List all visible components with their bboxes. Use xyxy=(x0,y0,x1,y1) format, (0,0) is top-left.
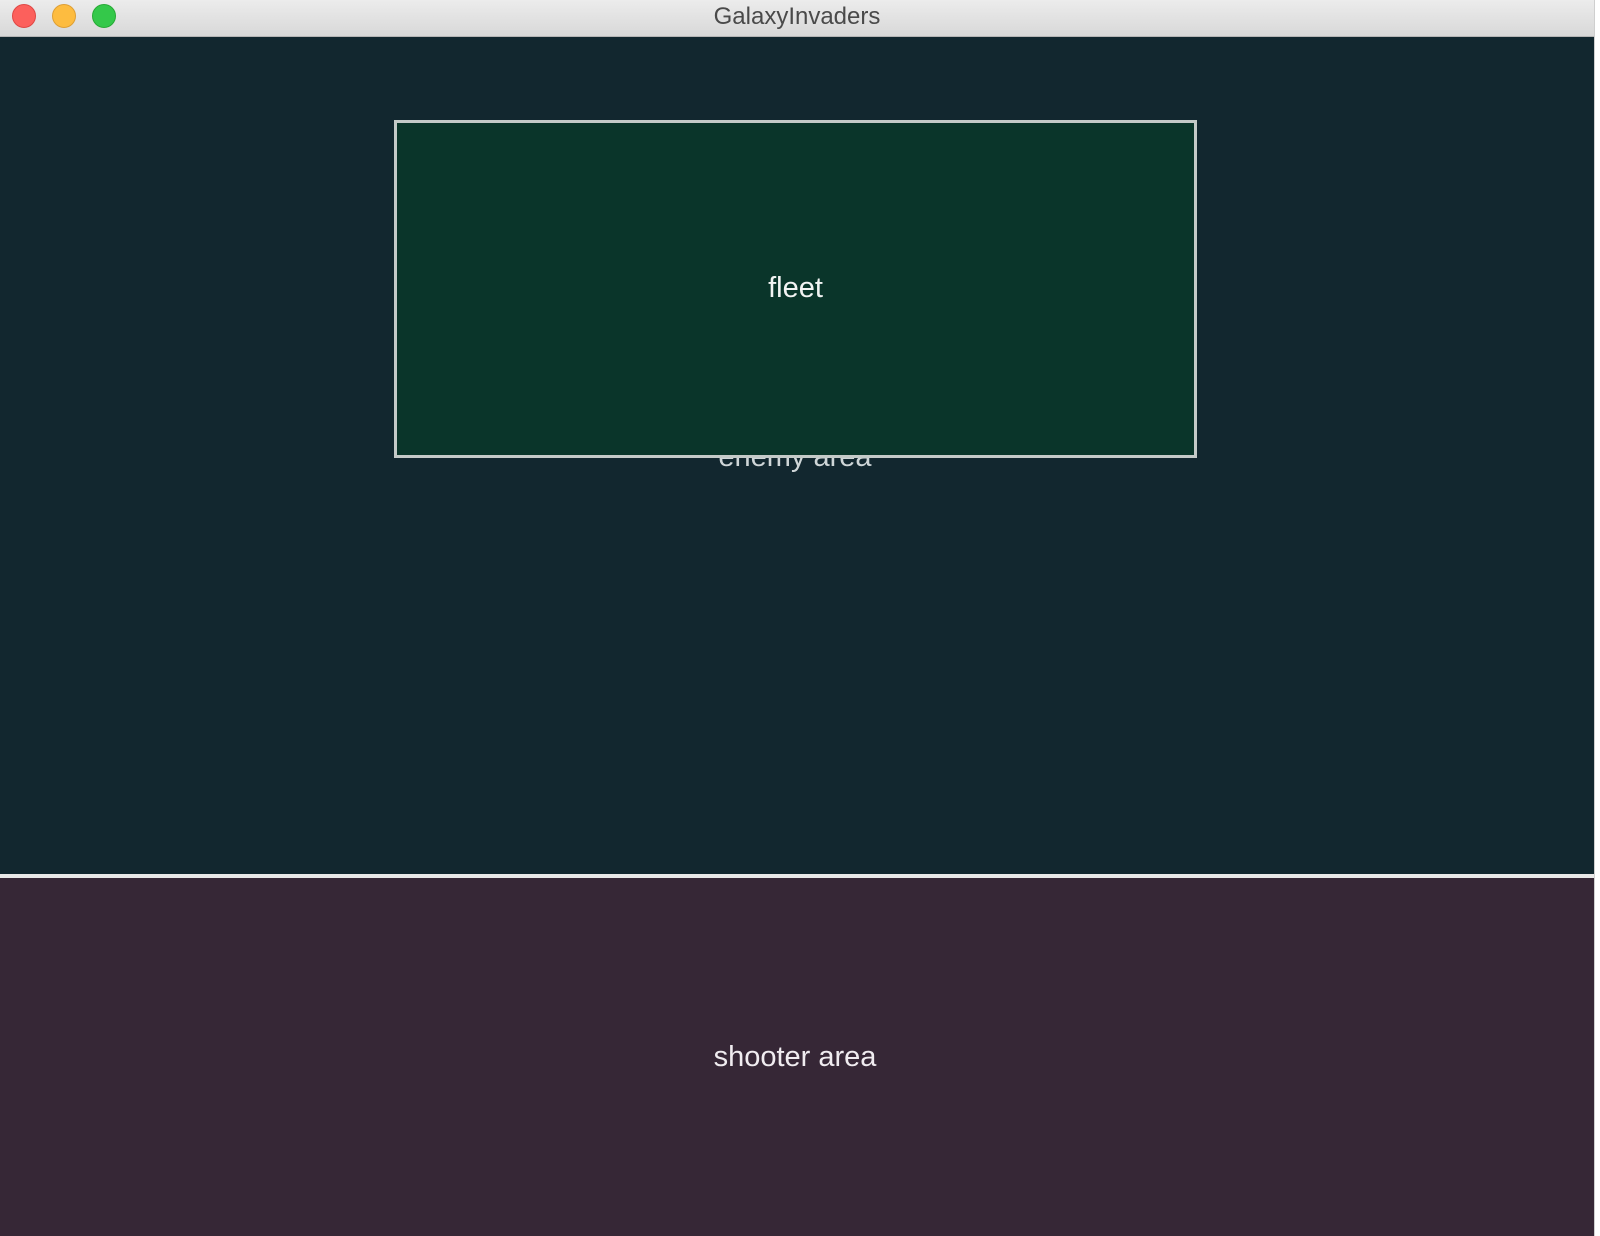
title-bar[interactable]: GalaxyInvaders xyxy=(0,0,1594,37)
fleet: fleet xyxy=(394,120,1197,458)
window-right-edge xyxy=(1594,0,1600,1236)
enemy-area: fleet enemy area xyxy=(0,38,1594,874)
fleet-label: fleet xyxy=(768,272,823,304)
window-title: GalaxyInvaders xyxy=(713,3,881,30)
app-window: GalaxyInvaders fleet enemy area shooter … xyxy=(0,0,1594,1236)
shooter-area: shooter area xyxy=(0,878,1594,1236)
shooter-area-label: shooter area xyxy=(713,1041,877,1073)
